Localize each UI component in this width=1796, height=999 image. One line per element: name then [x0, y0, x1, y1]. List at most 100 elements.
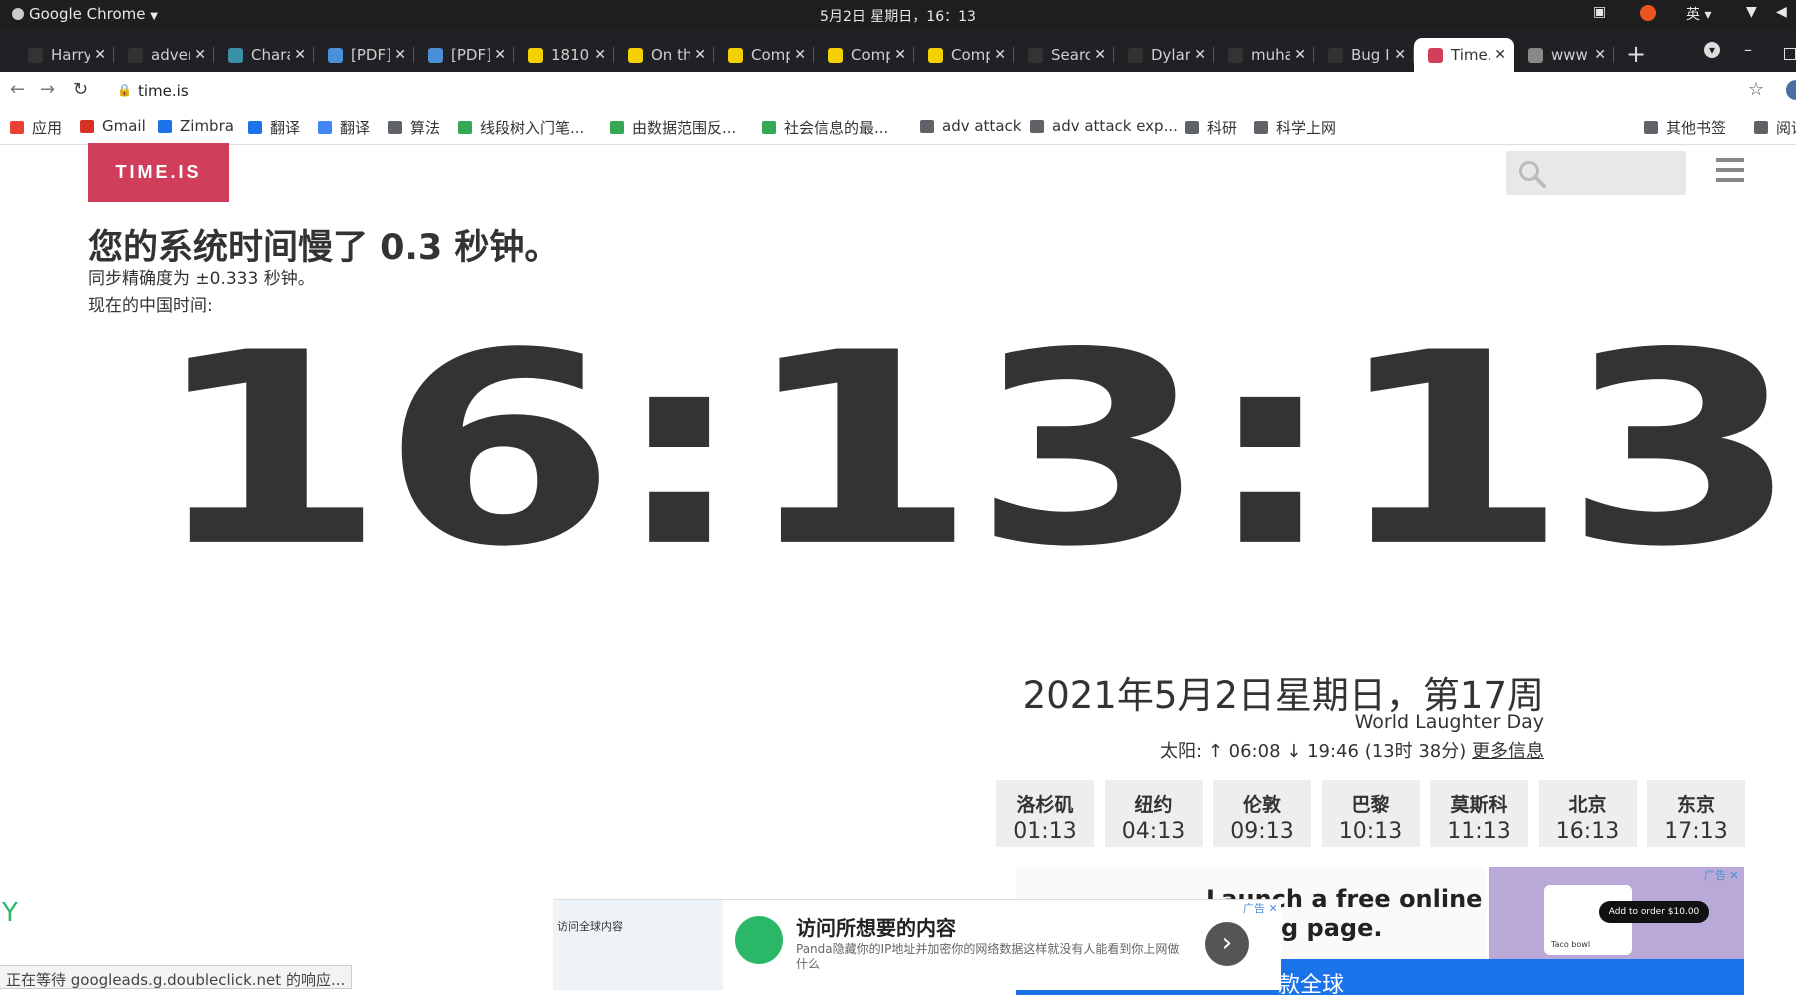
tab-title: Searc: [1051, 46, 1091, 64]
tab-7[interactable]: Comp ✕: [714, 38, 814, 72]
close-tab-icon[interactable]: ✕: [394, 47, 406, 63]
bookmark-item[interactable]: 应用: [10, 117, 62, 138]
tab-2[interactable]: Chara✕: [214, 38, 314, 72]
tab-title: [PDF]: [351, 46, 391, 64]
tab-3[interactable]: [PDF] ✕: [314, 38, 414, 72]
tab-search-icon[interactable]: ▾: [1704, 42, 1720, 58]
tab-5[interactable]: 1810. ✕: [514, 38, 614, 72]
bookmark-item[interactable]: 其他书签: [1644, 117, 1726, 138]
reload-icon[interactable]: ↻: [73, 79, 88, 100]
bookmark-item[interactable]: adv attack: [920, 117, 1021, 135]
city-clock[interactable]: 北京 16:13: [1538, 780, 1637, 847]
back-arrow-icon[interactable]: ←: [10, 79, 25, 100]
maximize-icon[interactable]: [1784, 48, 1796, 60]
hamburger-menu-icon[interactable]: [1716, 158, 1744, 186]
close-tab-icon[interactable]: ✕: [294, 47, 306, 63]
feedback-icon[interactable]: Y: [2, 898, 18, 928]
ad-badge[interactable]: 广告 ✕: [1704, 867, 1739, 883]
tab-8[interactable]: Comp ✕: [814, 38, 914, 72]
close-tab-icon[interactable]: ✕: [194, 47, 206, 63]
bookmark-item[interactable]: 翻译: [248, 117, 300, 138]
bookmark-item[interactable]: 科研: [1185, 117, 1237, 138]
tab-14[interactable]: Time. ✕: [1414, 38, 1514, 72]
city-clock[interactable]: 莫斯科 11:13: [1430, 780, 1528, 847]
folder-icon: [388, 121, 402, 134]
close-tab-icon[interactable]: ✕: [1594, 47, 1606, 63]
close-tab-icon[interactable]: ✕: [594, 47, 606, 63]
city-clock[interactable]: 伦敦 09:13: [1213, 780, 1311, 847]
tab-favicon-icon: [928, 47, 943, 63]
tab-title: Bug I: [1351, 46, 1390, 64]
tab-title: Dylar: [1151, 46, 1191, 64]
tab-strip: Harry✕adver✕Chara✕[PDF]✕[PDF]✕1810.✕On t…: [0, 28, 1796, 72]
minimize-icon[interactable]: –: [1744, 40, 1752, 59]
volume-icon[interactable]: ◀: [1776, 4, 1787, 20]
bookmark-item[interactable]: Gmail: [80, 117, 146, 135]
address-bar[interactable]: 🔒 time.is: [105, 76, 1765, 106]
star-icon[interactable]: ☆: [1748, 79, 1764, 100]
tab-4[interactable]: [PDF] ✕: [414, 38, 514, 72]
bookmark-item[interactable]: 线段树入门笔...: [458, 117, 584, 138]
ad-left-badge[interactable]: 广告 ✕: [1243, 900, 1278, 916]
bookmark-item[interactable]: 由数据范围反...: [610, 117, 736, 138]
profile-avatar[interactable]: [1786, 80, 1796, 100]
tab-favicon-icon: [128, 47, 143, 63]
new-tab-icon[interactable]: +: [1626, 40, 1646, 68]
sun-label: 太阳:: [1160, 741, 1203, 762]
city-clock[interactable]: 东京 17:13: [1647, 780, 1745, 847]
ad-banner-left[interactable]: 访问全球内容 访问所想要的内容 Panda隐藏你的IP地址并加密你的网络数据这样…: [553, 899, 1281, 990]
tab-12[interactable]: muha ✕: [1214, 38, 1314, 72]
close-tab-icon[interactable]: ✕: [494, 47, 506, 63]
tab-15[interactable]: www ✕: [1514, 38, 1614, 72]
city-clock[interactable]: 洛杉矶 01:13: [996, 780, 1094, 847]
close-tab-icon[interactable]: ✕: [894, 47, 906, 63]
holiday-label[interactable]: World Laughter Day: [1355, 711, 1544, 733]
tab-1[interactable]: adver ✕: [114, 38, 214, 72]
close-tab-icon[interactable]: ✕: [1194, 47, 1206, 63]
close-tab-icon[interactable]: ✕: [1394, 47, 1406, 63]
close-tab-icon[interactable]: ✕: [1494, 47, 1506, 63]
close-tab-icon[interactable]: ✕: [1294, 47, 1306, 63]
city-clock[interactable]: 纽约 04:13: [1104, 780, 1203, 847]
search-input[interactable]: [1506, 151, 1686, 195]
bookmark-item[interactable]: adv attack exp...: [1030, 117, 1178, 135]
sunset-time: ↓ 19:46: [1286, 741, 1359, 762]
os-top-bar: Google Chrome ▼ 5月2日 星期日，16：13 ▣ 英 ▾ ▼ ◀: [0, 0, 1796, 28]
tab-10[interactable]: Searc ✕: [1014, 38, 1114, 72]
bookmark-item[interactable]: 翻译: [318, 117, 370, 138]
tab-title: On th: [651, 46, 691, 64]
bookmark-item[interactable]: 社会信息的最...: [762, 117, 888, 138]
bookmark-item[interactable]: 算法: [388, 117, 440, 138]
forward-arrow-icon[interactable]: →: [40, 79, 55, 100]
tab-favicon-icon: [28, 47, 43, 63]
tab-0[interactable]: Harry ✕: [14, 38, 114, 72]
wifi-icon[interactable]: ▼: [1746, 4, 1757, 20]
tab-title: Comp: [951, 46, 991, 64]
tab-9[interactable]: Comp ✕: [914, 38, 1014, 72]
update-icon[interactable]: [1640, 5, 1656, 21]
close-tab-icon[interactable]: ✕: [94, 47, 106, 63]
tab-13[interactable]: Bug I ✕: [1314, 38, 1414, 72]
screenshot-icon[interactable]: ▣: [1593, 4, 1606, 20]
bookmark-item[interactable]: Zimbra: [158, 117, 234, 135]
bookmark-label: 算法: [410, 119, 441, 137]
bookmark-item[interactable]: 阅读: [1754, 117, 1796, 138]
close-tab-icon[interactable]: ✕: [1094, 47, 1106, 63]
bookmark-label: 阅读: [1776, 119, 1796, 137]
close-tab-icon[interactable]: ✕: [694, 47, 706, 63]
tab-11[interactable]: Dylar ✕: [1114, 38, 1214, 72]
chevron-right-icon[interactable]: ›: [1205, 922, 1249, 966]
close-tab-icon[interactable]: ✕: [994, 47, 1006, 63]
more-info-link[interactable]: 更多信息: [1472, 741, 1544, 762]
close-tab-icon[interactable]: ✕: [794, 47, 806, 63]
tab-6[interactable]: On th ✕: [614, 38, 714, 72]
ad-left-small-text: 访问全球内容: [557, 920, 623, 933]
ime-indicator[interactable]: 英 ▾: [1686, 4, 1711, 24]
bookmark-item[interactable]: 科学上网: [1254, 117, 1336, 138]
ad-price: $10.00: [1667, 907, 1700, 917]
site-logo[interactable]: TIME.IS: [88, 143, 229, 202]
city-name: 洛杉矶: [1016, 794, 1074, 816]
city-clock[interactable]: 巴黎 10:13: [1321, 780, 1420, 847]
url-text: time.is: [138, 82, 189, 100]
os-clock[interactable]: 5月2日 星期日，16：13: [0, 6, 1796, 26]
